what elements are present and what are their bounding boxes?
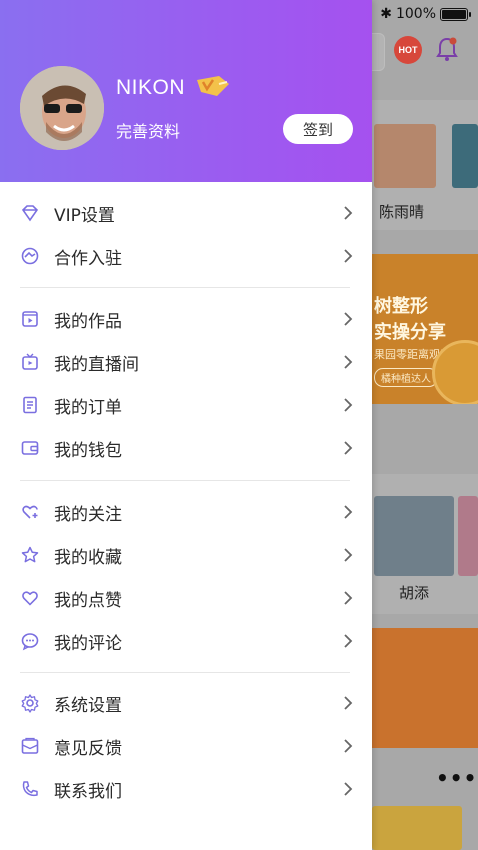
- chevron-right-icon: [342, 311, 354, 327]
- menu-item-heart-plus[interactable]: 我的关注: [0, 492, 372, 532]
- chevron-right-icon: [342, 633, 354, 649]
- chevron-right-icon: [342, 205, 354, 221]
- bell-icon[interactable]: [436, 36, 458, 62]
- document-icon: [20, 395, 40, 415]
- chevron-right-icon: [342, 695, 354, 711]
- menu-item-phone[interactable]: 联系我们: [0, 769, 372, 809]
- menu-item-document[interactable]: 我的订单: [0, 385, 372, 425]
- card-image[interactable]: [374, 496, 454, 576]
- card-name: 胡添: [399, 584, 430, 602]
- menu-item-label: 我的作品: [54, 311, 122, 332]
- vip-badge-icon: [197, 76, 229, 96]
- menu-item-label: 我的直播间: [54, 354, 139, 375]
- status-bar: ✱ 100%: [380, 4, 471, 24]
- star-icon: [20, 545, 40, 565]
- avatar-image: [20, 66, 104, 150]
- wallet-icon: [20, 438, 40, 458]
- gear-icon: [20, 693, 40, 713]
- menu-item-label: 意见反馈: [54, 738, 122, 759]
- avatar[interactable]: [20, 66, 104, 150]
- chevron-right-icon: [342, 547, 354, 563]
- heart-icon: [20, 588, 40, 608]
- menu-item-star[interactable]: 我的收藏: [0, 535, 372, 575]
- card-image[interactable]: [452, 124, 478, 188]
- chevron-right-icon: [342, 440, 354, 456]
- banner-pill: 橘种植达人: [374, 368, 438, 387]
- menu-item-gear[interactable]: 系统设置: [0, 683, 372, 723]
- chevron-right-icon: [342, 397, 354, 413]
- username: NIKON: [116, 76, 186, 99]
- menu-item-diamond[interactable]: VIP设置: [0, 193, 372, 233]
- chevron-right-icon: [342, 590, 354, 606]
- tv-icon: [20, 352, 40, 372]
- menu-item-film[interactable]: 我的作品: [0, 299, 372, 339]
- menu-item-mail[interactable]: 意见反馈: [0, 726, 372, 766]
- heart-plus-icon: [20, 502, 40, 522]
- drawer-header: NIKON 完善资料 签到: [0, 0, 372, 182]
- diamond-icon: [20, 203, 40, 223]
- menu-divider: [20, 672, 350, 673]
- chevron-right-icon: [342, 248, 354, 264]
- checkin-button[interactable]: 签到: [283, 114, 353, 144]
- menu-item-label: 我的评论: [54, 633, 122, 654]
- complete-profile-link[interactable]: 完善资料: [116, 118, 180, 142]
- card-name: 陈雨晴: [379, 203, 425, 221]
- menu-item-label: VIP设置: [54, 205, 115, 226]
- banner-title: 树整形: [374, 296, 428, 317]
- chevron-right-icon: [342, 354, 354, 370]
- battery-percent: 100%: [395, 6, 436, 22]
- menu-item-label: 我的订单: [54, 397, 122, 418]
- menu-item-tv[interactable]: 我的直播间: [0, 342, 372, 382]
- chevron-right-icon: [342, 738, 354, 754]
- menu-item-label: 我的关注: [54, 504, 122, 525]
- menu-item-label: 联系我们: [54, 781, 122, 802]
- phone-icon: [20, 779, 40, 799]
- bluetooth-icon: ✱: [380, 6, 392, 22]
- menu-item-handshake[interactable]: 合作入驻: [0, 236, 372, 276]
- more-icon[interactable]: •••: [436, 766, 477, 790]
- film-icon: [20, 309, 40, 329]
- card-image[interactable]: [372, 806, 462, 850]
- menu-item-label: 我的钱包: [54, 440, 122, 461]
- menu-item-heart[interactable]: 我的点赞: [0, 578, 372, 618]
- menu-divider: [20, 480, 350, 481]
- chevron-right-icon: [342, 781, 354, 797]
- card-image[interactable]: [458, 496, 478, 576]
- promo-banner[interactable]: 树整形 实操分享 果园零距离观摩 橘种植达人: [372, 254, 478, 404]
- side-drawer: NIKON 完善资料 签到 VIP设置合作入驻我的作品我的直播间我的订单我的钱包…: [0, 0, 372, 850]
- menu-item-label: 合作入驻: [54, 248, 122, 269]
- menu-item-label: 我的收藏: [54, 547, 122, 568]
- menu-item-label: 我的点赞: [54, 590, 122, 611]
- mail-icon: [20, 736, 40, 756]
- comment-icon: [20, 631, 40, 651]
- banner-subtitle: 实操分享: [374, 322, 446, 343]
- menu-divider: [20, 287, 350, 288]
- menu-item-comment[interactable]: 我的评论: [0, 621, 372, 661]
- handshake-icon: [20, 246, 40, 266]
- card-image[interactable]: [374, 124, 436, 188]
- battery-icon: [440, 7, 471, 21]
- chevron-right-icon: [342, 504, 354, 520]
- menu-item-label: 系统设置: [54, 695, 122, 716]
- promo-banner-2[interactable]: [372, 628, 478, 748]
- hot-icon[interactable]: HOT: [394, 36, 422, 64]
- menu-item-wallet[interactable]: 我的钱包: [0, 428, 372, 468]
